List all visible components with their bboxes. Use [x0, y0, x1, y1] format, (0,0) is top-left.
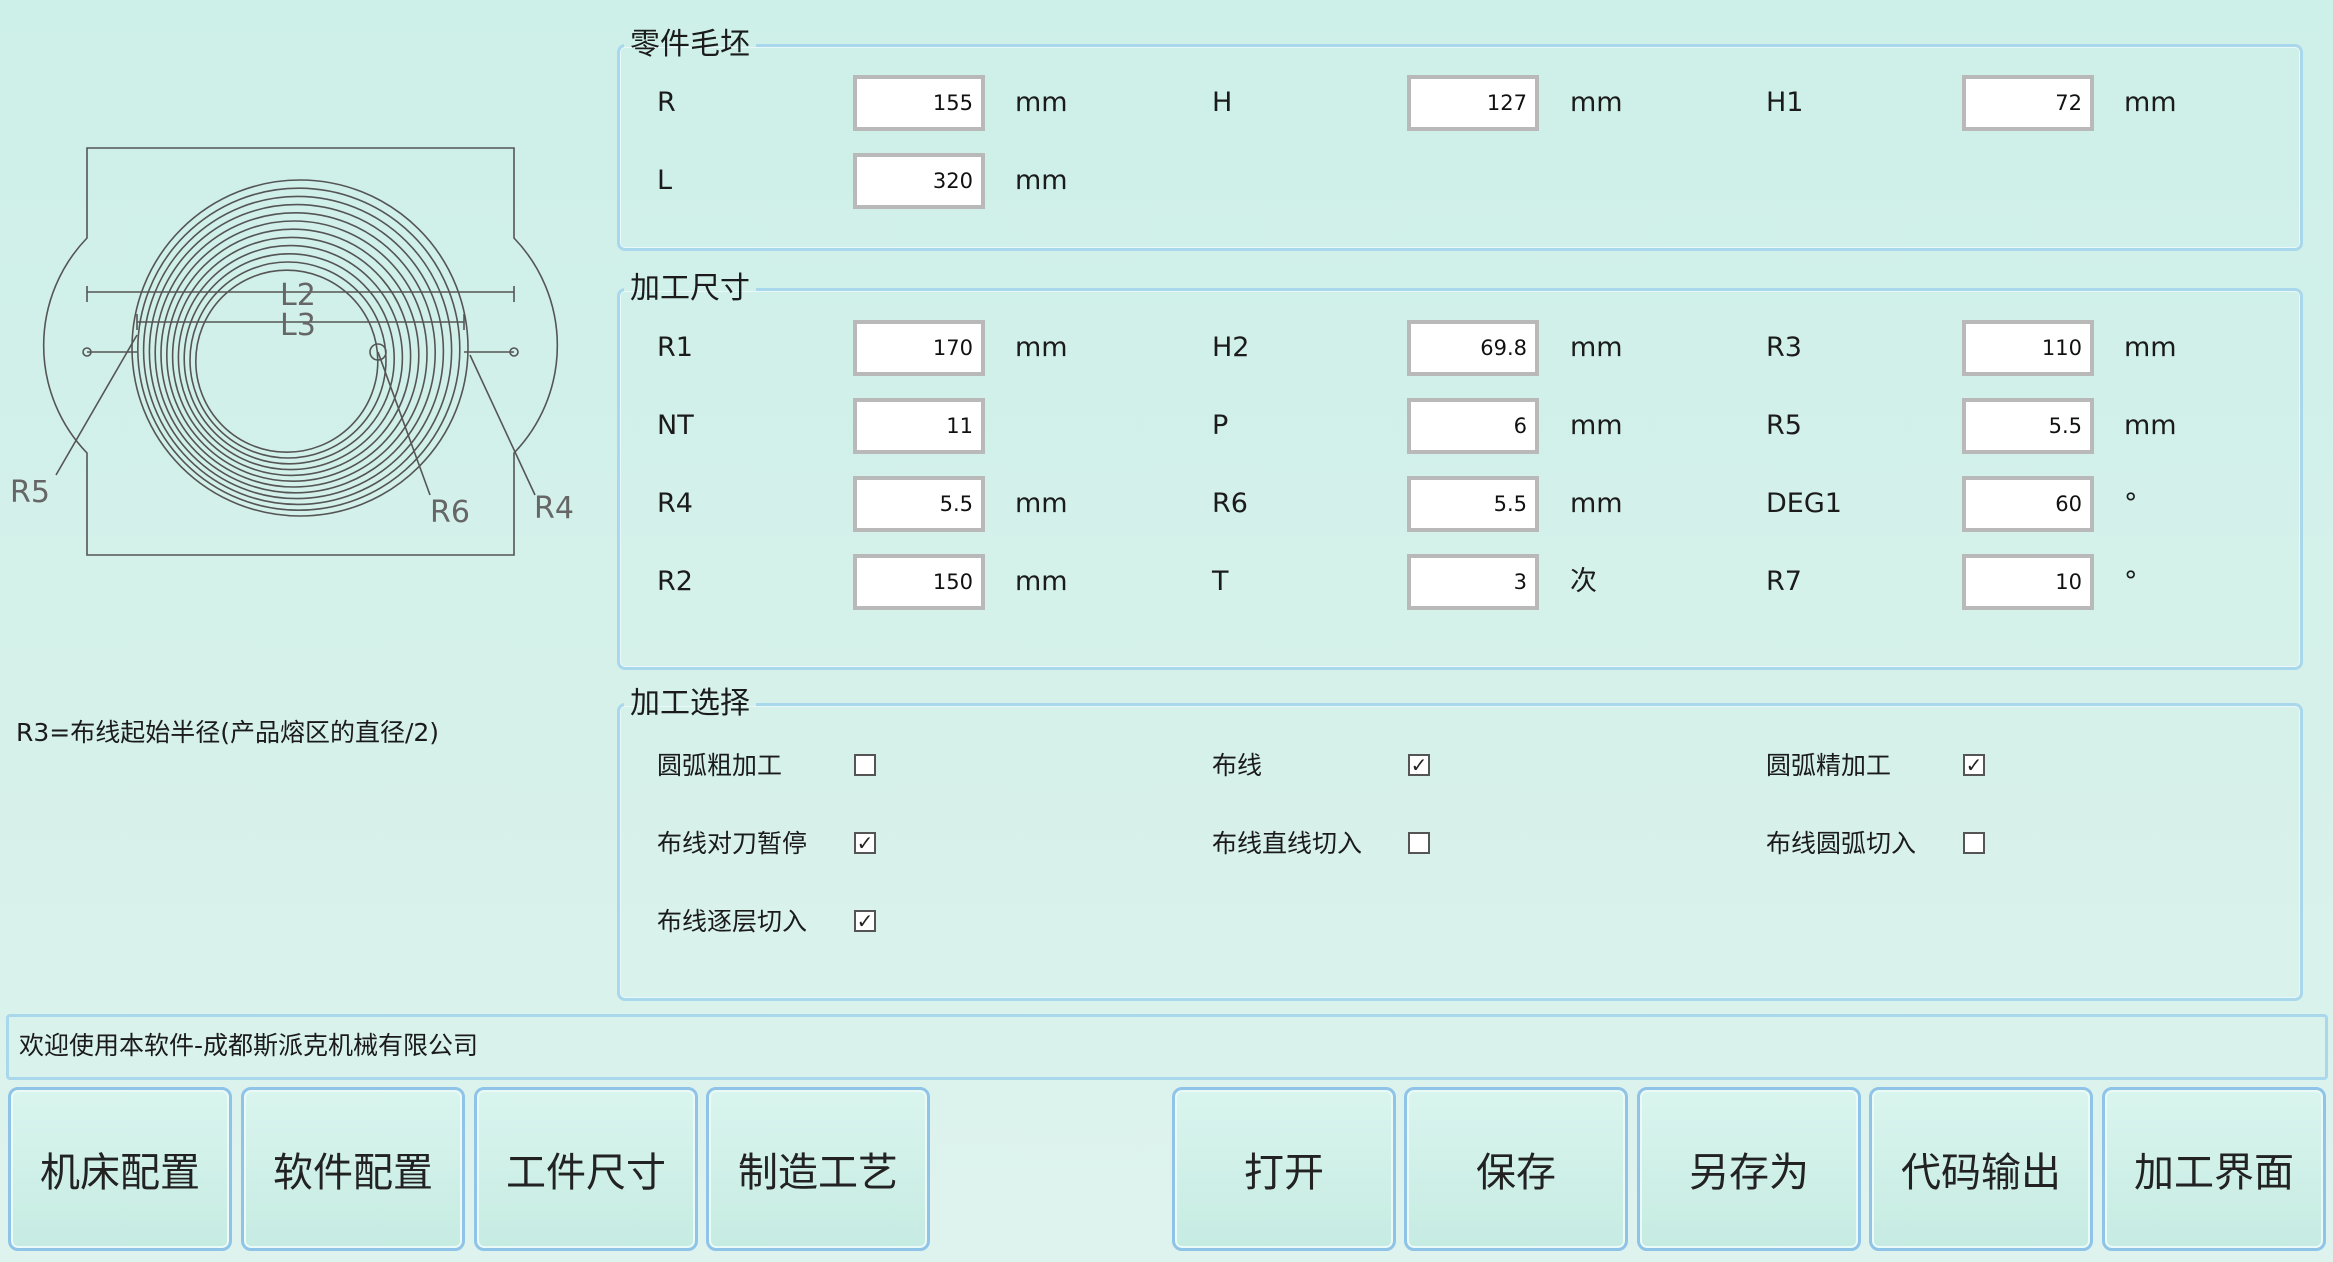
spiral-ring	[148, 203, 445, 500]
arc-rough-checkbox[interactable]	[854, 754, 876, 776]
arc-entry-checkbox[interactable]	[1963, 832, 1985, 854]
option-label-tool-pause: 布线对刀暂停	[657, 829, 808, 858]
h2-unit: mm	[1570, 332, 1623, 363]
r3-unit: mm	[2124, 332, 2177, 363]
l-unit: mm	[1015, 165, 1068, 196]
l-input[interactable]: 320	[853, 153, 985, 209]
field-label-r1: R1	[657, 332, 693, 363]
field-label-r: R	[657, 87, 676, 118]
tool-pause-checkbox[interactable]: ✓	[854, 832, 876, 854]
option-label-layer-entry: 布线逐层切入	[657, 907, 808, 936]
field-label-r6: R6	[1212, 488, 1248, 519]
field-label-r4: R4	[657, 488, 693, 519]
field-label-l: L	[657, 165, 673, 196]
diagram-label-r5: R5	[10, 475, 50, 510]
r2-unit: mm	[1015, 566, 1068, 597]
options-group-title: 加工选择	[630, 686, 750, 721]
r1-input[interactable]: 170	[853, 320, 985, 376]
option-label-line-entry: 布线直线切入	[1212, 829, 1363, 858]
r4-unit: mm	[1015, 488, 1068, 519]
h2-input[interactable]: 69.8	[1407, 320, 1539, 376]
process-button[interactable]: 制造工艺	[706, 1087, 930, 1251]
software-config-button[interactable]: 软件配置	[241, 1087, 465, 1251]
field-label-h: H	[1212, 87, 1233, 118]
save-as-button[interactable]: 另存为	[1637, 1087, 1861, 1251]
spiral-ring	[154, 212, 437, 494]
t-input[interactable]: 3	[1407, 554, 1539, 610]
r5-unit: mm	[2124, 410, 2177, 441]
spiral-ring	[136, 187, 461, 511]
save-button[interactable]: 保存	[1404, 1087, 1628, 1251]
option-label-arc-entry: 布线圆弧切入	[1766, 829, 1917, 858]
blank-group: 零件毛坯	[617, 30, 2303, 251]
blank-group-title: 零件毛坯	[630, 27, 750, 62]
r1-unit: mm	[1015, 332, 1068, 363]
field-label-nt: NT	[657, 410, 694, 441]
r7-input[interactable]: 10	[1962, 554, 2094, 610]
deg1-unit: °	[2124, 488, 2138, 519]
diagram-label-r4: R4	[534, 491, 574, 526]
h-unit: mm	[1570, 87, 1623, 118]
wiring-checkbox[interactable]: ✓	[1408, 754, 1430, 776]
h-input[interactable]: 127	[1407, 75, 1539, 131]
open-button[interactable]: 打开	[1172, 1087, 1396, 1251]
line-entry-checkbox[interactable]	[1408, 832, 1430, 854]
arc-finish-checkbox[interactable]: ✓	[1963, 754, 1985, 776]
p-unit: mm	[1570, 410, 1623, 441]
spiral-ring	[160, 220, 428, 488]
diagram-label-r6: R6	[430, 495, 470, 530]
field-label-h2: H2	[1212, 332, 1250, 363]
machining-ui-button[interactable]: 加工界面	[2102, 1087, 2326, 1251]
r3-note: R3=布线起始半径(产品熔区的直径/2)	[16, 718, 440, 747]
code-output-button[interactable]: 代码输出	[1869, 1087, 2093, 1251]
spiral-ring	[131, 179, 469, 517]
option-label-wiring: 布线	[1212, 751, 1263, 780]
field-label-t: T	[1212, 566, 1229, 597]
field-label-p: P	[1212, 410, 1229, 441]
r6-input[interactable]: 5.5	[1407, 476, 1539, 532]
h1-input[interactable]: 72	[1962, 75, 2094, 131]
spiral-ring	[171, 236, 412, 477]
machine-config-button[interactable]: 机床配置	[8, 1087, 232, 1251]
field-label-h1: H1	[1766, 87, 1804, 118]
workpiece-size-button[interactable]: 工件尺寸	[474, 1087, 698, 1251]
r-input[interactable]: 155	[853, 75, 985, 131]
field-label-r3: R3	[1766, 332, 1802, 363]
field-label-r2: R2	[657, 566, 693, 597]
dims-group-title: 加工尺寸	[630, 271, 750, 306]
t-unit: 次	[1570, 566, 1597, 597]
p-input[interactable]: 6	[1407, 398, 1539, 454]
r-unit: mm	[1015, 87, 1068, 118]
layer-entry-checkbox[interactable]: ✓	[854, 910, 876, 932]
deg1-input[interactable]: 60	[1962, 476, 2094, 532]
r3-input[interactable]: 110	[1962, 320, 2094, 376]
r7-unit: °	[2124, 566, 2138, 597]
option-label-arc-rough: 圆弧粗加工	[657, 751, 783, 780]
nt-input[interactable]: 11	[853, 398, 985, 454]
diagram-label-l3: L3	[280, 308, 316, 343]
field-label-deg1: DEG1	[1766, 488, 1842, 519]
h1-unit: mm	[2124, 87, 2177, 118]
spiral-ring	[165, 228, 420, 482]
status-bar: 欢迎使用本软件-成都斯派克机械有限公司	[6, 1014, 2328, 1080]
r2-input[interactable]: 150	[853, 554, 985, 610]
part-diagram: L2 L3 R5 R6 R4	[10, 147, 574, 556]
option-label-arc-finish: 圆弧精加工	[1766, 751, 1892, 780]
r4-input[interactable]: 5.5	[853, 476, 985, 532]
field-label-r7: R7	[1766, 566, 1802, 597]
r5-input[interactable]: 5.5	[1962, 398, 2094, 454]
r6-unit: mm	[1570, 488, 1623, 519]
field-label-r5: R5	[1766, 410, 1802, 441]
